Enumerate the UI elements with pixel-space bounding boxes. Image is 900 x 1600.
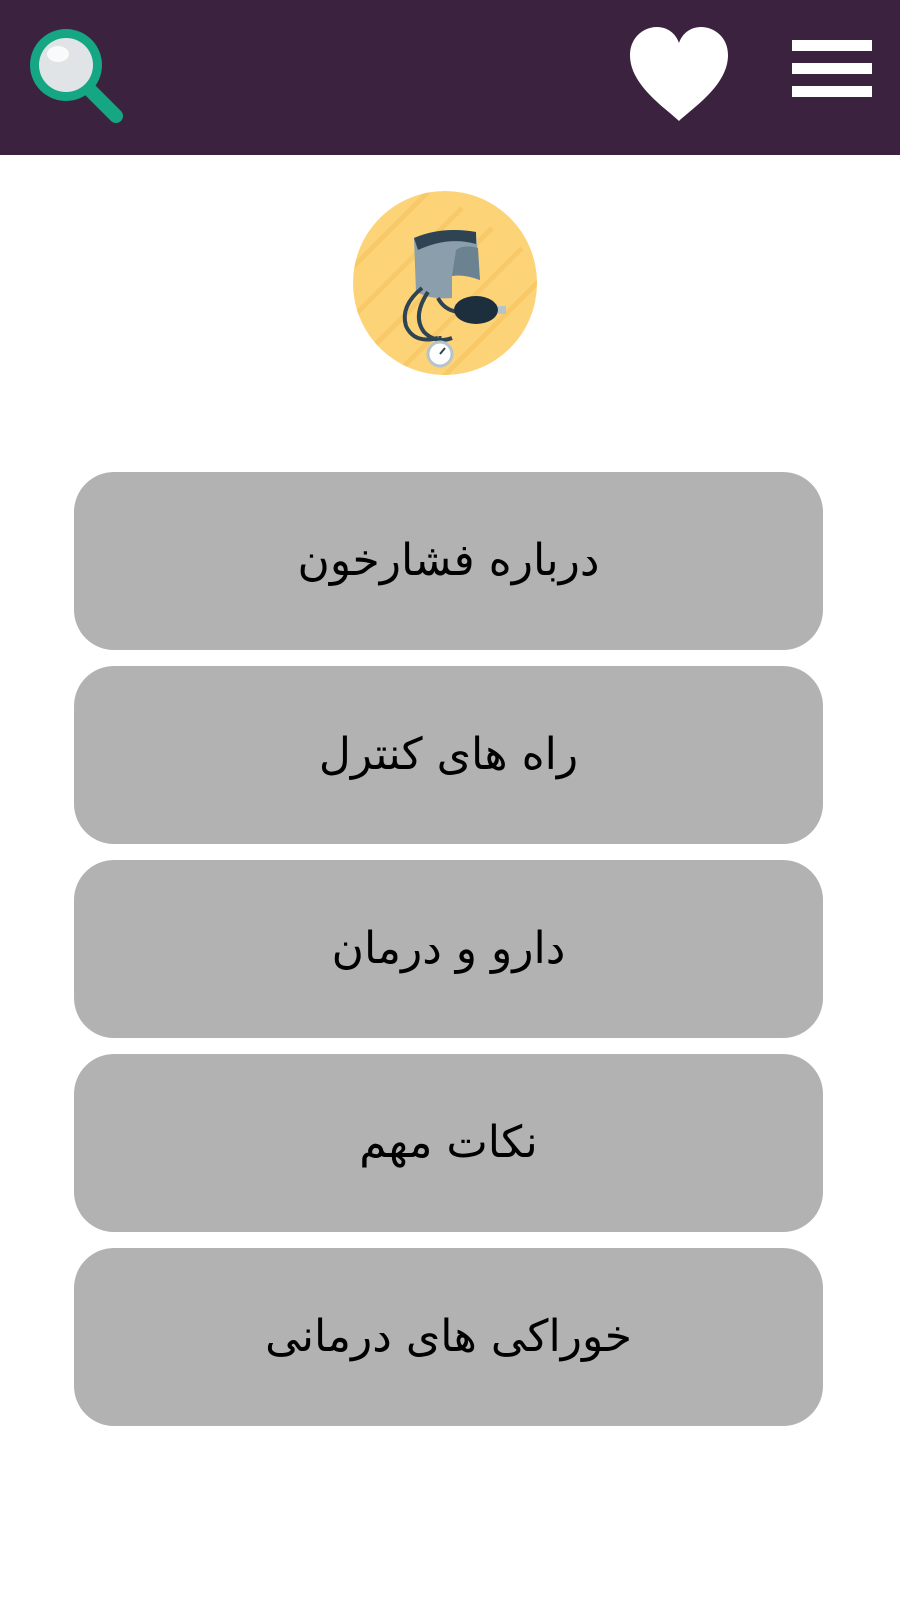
search-button[interactable] <box>22 20 132 130</box>
menu-item-label: نکات مهم <box>359 1117 538 1168</box>
menu-item-important-notes[interactable]: نکات مهم <box>74 1054 823 1232</box>
menu-item-label: درباره فشارخون <box>297 535 600 586</box>
favorites-button[interactable] <box>628 25 730 125</box>
heart-icon <box>630 27 728 121</box>
menu-item-about-blood-pressure[interactable]: درباره فشارخون <box>74 472 823 650</box>
menu-item-label: خوراکی های درمانی <box>265 1311 632 1362</box>
app-screen: درباره فشارخون راه های کنترل دارو و درما… <box>0 0 900 1600</box>
search-icon <box>30 29 123 123</box>
main-menu: درباره فشارخون راه های کنترل دارو و درما… <box>74 472 823 1442</box>
menu-button[interactable] <box>792 38 872 100</box>
menu-item-label: راه های کنترل <box>318 729 579 780</box>
top-app-bar <box>0 0 900 155</box>
menu-item-therapeutic-foods[interactable]: خوراکی های درمانی <box>74 1248 823 1426</box>
menu-item-medication-treatment[interactable]: دارو و درمان <box>74 860 823 1038</box>
blood-pressure-monitor-icon <box>353 191 537 375</box>
menu-item-control-methods[interactable]: راه های کنترل <box>74 666 823 844</box>
hamburger-menu-icon <box>792 40 872 97</box>
app-logo <box>352 188 538 378</box>
menu-item-label: دارو و درمان <box>331 923 566 974</box>
